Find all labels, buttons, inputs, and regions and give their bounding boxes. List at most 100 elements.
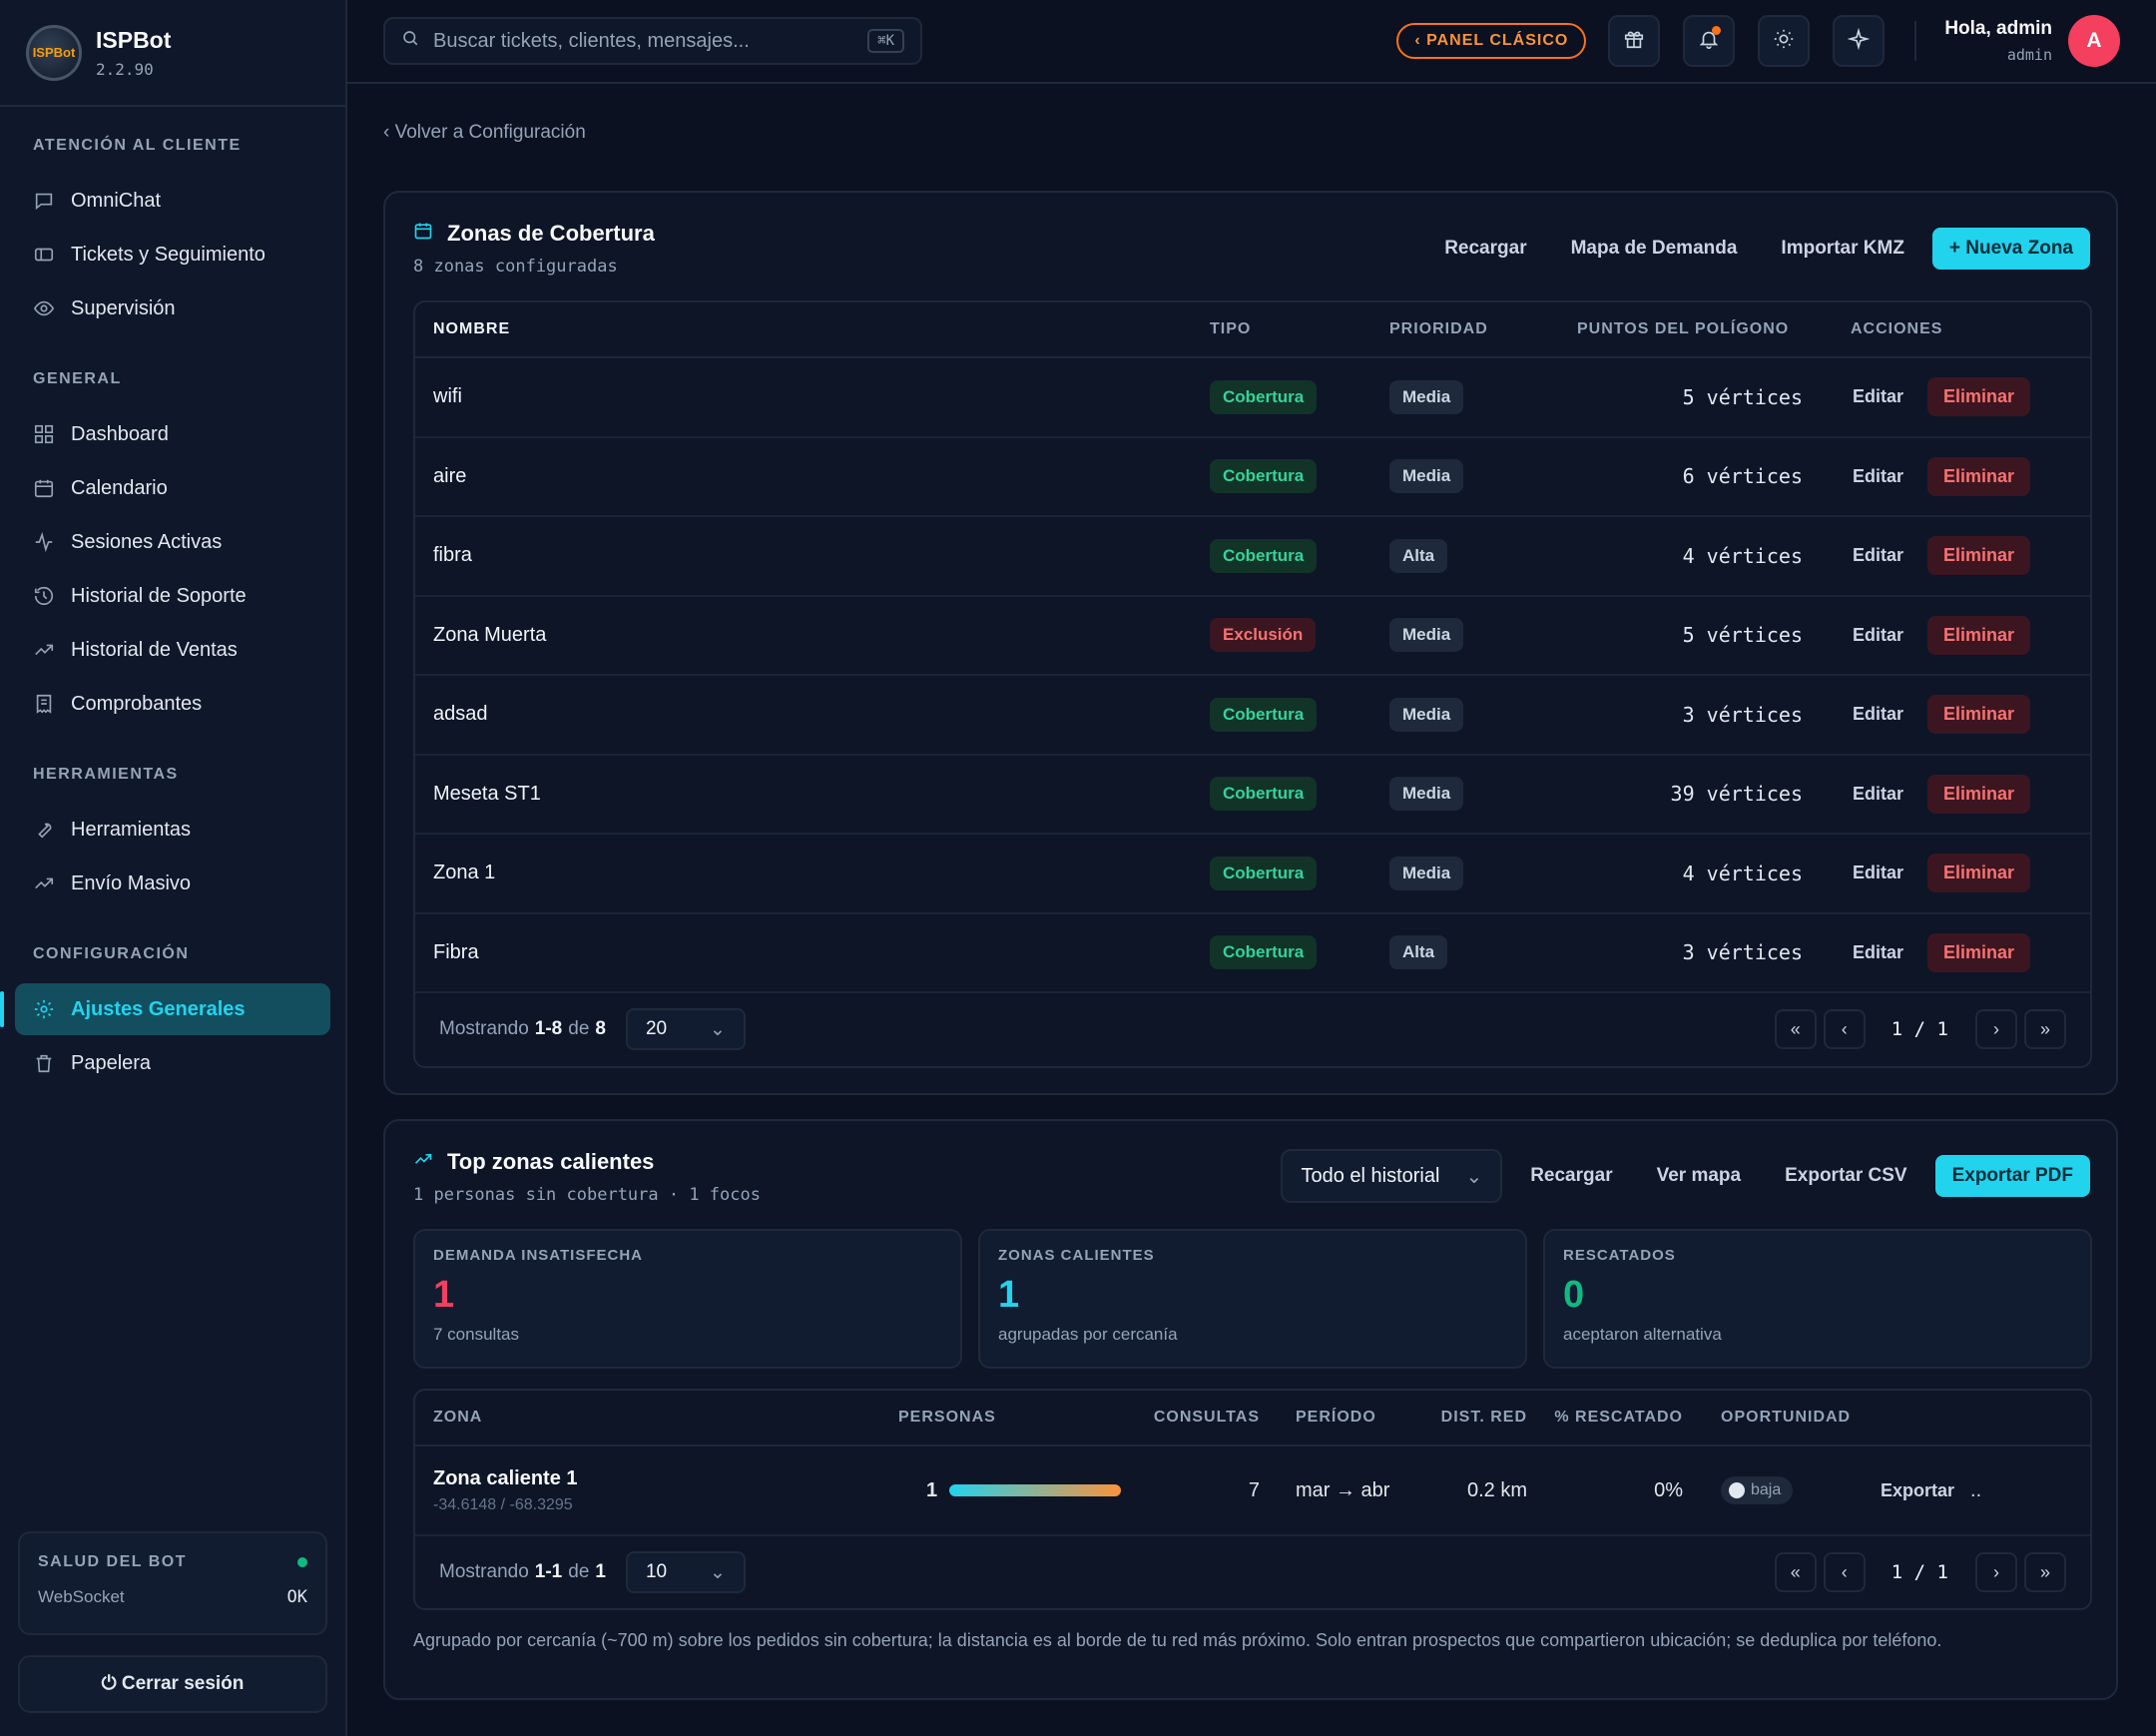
next-page-button[interactable]: › [1975, 1009, 2017, 1049]
back-to-settings-link[interactable]: ‹ Volver a Configuración [383, 122, 586, 144]
page-size-select[interactable]: 10 ⌄ [625, 1551, 746, 1593]
grouping-note: Agrupado por cercanía (~700 m) sobre los… [413, 1630, 1942, 1650]
sidebar-item-dashboard[interactable]: Dashboard [15, 408, 330, 460]
delete-button[interactable]: Eliminar [1927, 456, 2031, 496]
delete-button[interactable]: Eliminar [1927, 615, 2031, 655]
avatar[interactable]: A [2068, 15, 2120, 67]
first-page-button[interactable]: « [1774, 1552, 1817, 1592]
sidebar-item-env-o-masivo[interactable]: Envío Masivo [15, 858, 330, 909]
page-size-select[interactable]: 20 ⌄ [625, 1008, 746, 1050]
next-page-button[interactable]: › [1975, 1552, 2017, 1592]
edit-button[interactable]: Editar [1853, 466, 1903, 487]
new-zone-button[interactable]: + Nueva Zona [1931, 228, 2090, 270]
user-info[interactable]: Hola, admin admin [1944, 18, 2052, 64]
export-pdf-button[interactable]: Exportar PDF [1934, 1155, 2090, 1197]
gift-button[interactable] [1608, 15, 1661, 67]
sidebar-item-papelera[interactable]: Papelera [15, 1037, 330, 1089]
notifications-button[interactable] [1683, 15, 1736, 67]
network-distance: 0.2 km [1466, 1478, 1527, 1501]
chevron-down-icon: ⌄ [1465, 1165, 1483, 1188]
edit-button[interactable]: Editar [1853, 386, 1903, 407]
bot-health-card: SALUD DEL BOT WebSocket OK [18, 1531, 327, 1635]
last-page-button[interactable]: » [2024, 1009, 2066, 1049]
edit-button[interactable]: Editar [1853, 942, 1903, 963]
edit-button[interactable]: Editar [1853, 704, 1903, 725]
sidebar-item-sesiones-activas[interactable]: Sesiones Activas [15, 516, 330, 568]
gift-icon [1623, 28, 1645, 55]
health-row-value: OK [286, 1587, 307, 1607]
opportunity-label: baja [1751, 1481, 1782, 1498]
theme-toggle-button[interactable] [1758, 15, 1811, 67]
sidebar-item-herramientas[interactable]: Herramientas [15, 804, 330, 856]
brand[interactable]: ISPBot ISPBot 2.2.90 [0, 0, 345, 107]
sidebar-item-label: Historial de Ventas [71, 638, 238, 661]
edit-button[interactable]: Editar [1853, 784, 1903, 805]
people-count: 1 [926, 1478, 938, 1501]
col-zone: ZONA [433, 1409, 483, 1426]
sidebar-item-supervisi-n[interactable]: Supervisión [15, 283, 330, 334]
delete-button[interactable]: Eliminar [1927, 536, 2031, 576]
sidebar-item-calendario[interactable]: Calendario [15, 462, 330, 514]
table-row[interactable]: Zona caliente 1 -34.6148 / -68.3295 1 7 mar … [415, 1447, 2090, 1536]
sidebar-item-label: Calendario [71, 476, 168, 499]
edit-button[interactable]: Editar [1853, 863, 1903, 883]
last-page-button[interactable]: » [2024, 1552, 2066, 1592]
sidebar-item-tickets-y-seguimiento[interactable]: Tickets y Seguimiento [15, 229, 330, 281]
delete-button[interactable]: Eliminar [1927, 932, 2031, 972]
coverage-zones-card: Zonas de Cobertura 8 zonas configuradas … [383, 191, 2118, 1095]
delete-button[interactable]: Eliminar [1927, 377, 2031, 417]
view-map-button[interactable]: Ver mapa [1635, 1154, 1764, 1198]
classic-panel-button[interactable]: ‹ PANEL CLÁSICO [1396, 23, 1587, 59]
chevron-down-icon: ⌄ [710, 1018, 726, 1040]
sparkle-button[interactable] [1833, 15, 1886, 67]
delete-button[interactable]: Eliminar [1927, 854, 2031, 893]
delete-button[interactable]: Eliminar [1927, 774, 2031, 814]
user-role: admin [2006, 46, 2052, 64]
table-row: fibra Cobertura Alta 4 vértices Editar Elimin… [415, 517, 2090, 597]
nav-section-title: GENERAL [33, 370, 122, 387]
sidebar-item-historial-de-soporte[interactable]: Historial de Soporte [15, 570, 330, 622]
of-label: de [568, 1018, 590, 1039]
page-indicator: 1 / 1 [1890, 1561, 1948, 1583]
sidebar-item-historial-de-ventas[interactable]: Historial de Ventas [15, 624, 330, 676]
sidebar-item-label: Herramientas [71, 818, 192, 841]
export-row-button[interactable]: Exportar [1881, 1480, 1954, 1501]
demand-map-button[interactable]: Mapa de Demanda [1549, 227, 1760, 271]
zones-pagination: Mostrando 1-8 de 8 20 ⌄ « ‹ 1 / 1 › » [415, 993, 2090, 1065]
showing-range: 1-1 [534, 1561, 563, 1582]
edit-button[interactable]: Editar [1853, 625, 1903, 646]
period-select[interactable]: Todo el historial ⌄ [1281, 1149, 1503, 1203]
prev-page-button[interactable]: ‹ [1823, 1552, 1866, 1592]
table-row: wifi Cobertura Media 5 vértices Editar Elimin… [415, 358, 2090, 438]
edit-button[interactable]: Editar [1853, 545, 1903, 566]
polygon-points: 5 vértices [1682, 623, 1803, 648]
logout-button[interactable]: ⏻ Cerrar sesión [18, 1655, 327, 1713]
type-badge: Cobertura [1210, 379, 1318, 414]
sidebar-item-omnichat[interactable]: OmniChat [15, 175, 330, 227]
delete-button[interactable]: Eliminar [1927, 695, 2031, 735]
stat-subtitle: 7 consultas [433, 1325, 519, 1344]
more-icon[interactable]: .. [1970, 1479, 1981, 1502]
search-input[interactable]: Buscar tickets, clientes, mensajes... ⌘K [383, 17, 922, 65]
calendar-icon [33, 477, 55, 499]
col-queries: CONSULTAS [1153, 1409, 1260, 1426]
table-row: Meseta ST1 Cobertura Media 39 vértices Edita… [415, 756, 2090, 835]
reload-button[interactable]: Recargar [1508, 1154, 1634, 1198]
polygon-points: 3 vértices [1682, 702, 1803, 727]
stat-card: RESCATADOS 0 aceptaron alternativa [1543, 1229, 2092, 1369]
period-range: mar → abr [1296, 1478, 1390, 1501]
import-kmz-button[interactable]: Importar KMZ [1759, 227, 1926, 271]
sidebar-item-ajustes-generales[interactable]: Ajustes Generales [0, 983, 330, 1035]
calendar-icon [413, 221, 433, 247]
prev-page-button[interactable]: ‹ [1823, 1009, 1866, 1049]
priority-badge: Alta [1389, 538, 1448, 573]
col-type: TIPO [1210, 320, 1252, 337]
zone-name: Zona Muerta [433, 623, 547, 646]
type-badge: Cobertura [1210, 856, 1318, 890]
type-badge: Cobertura [1210, 697, 1318, 732]
export-csv-button[interactable]: Exportar CSV [1763, 1154, 1928, 1198]
col-period: PERÍODO [1296, 1409, 1376, 1426]
reload-button[interactable]: Recargar [1422, 227, 1548, 271]
sidebar-item-comprobantes[interactable]: Comprobantes [15, 678, 330, 730]
first-page-button[interactable]: « [1774, 1009, 1817, 1049]
